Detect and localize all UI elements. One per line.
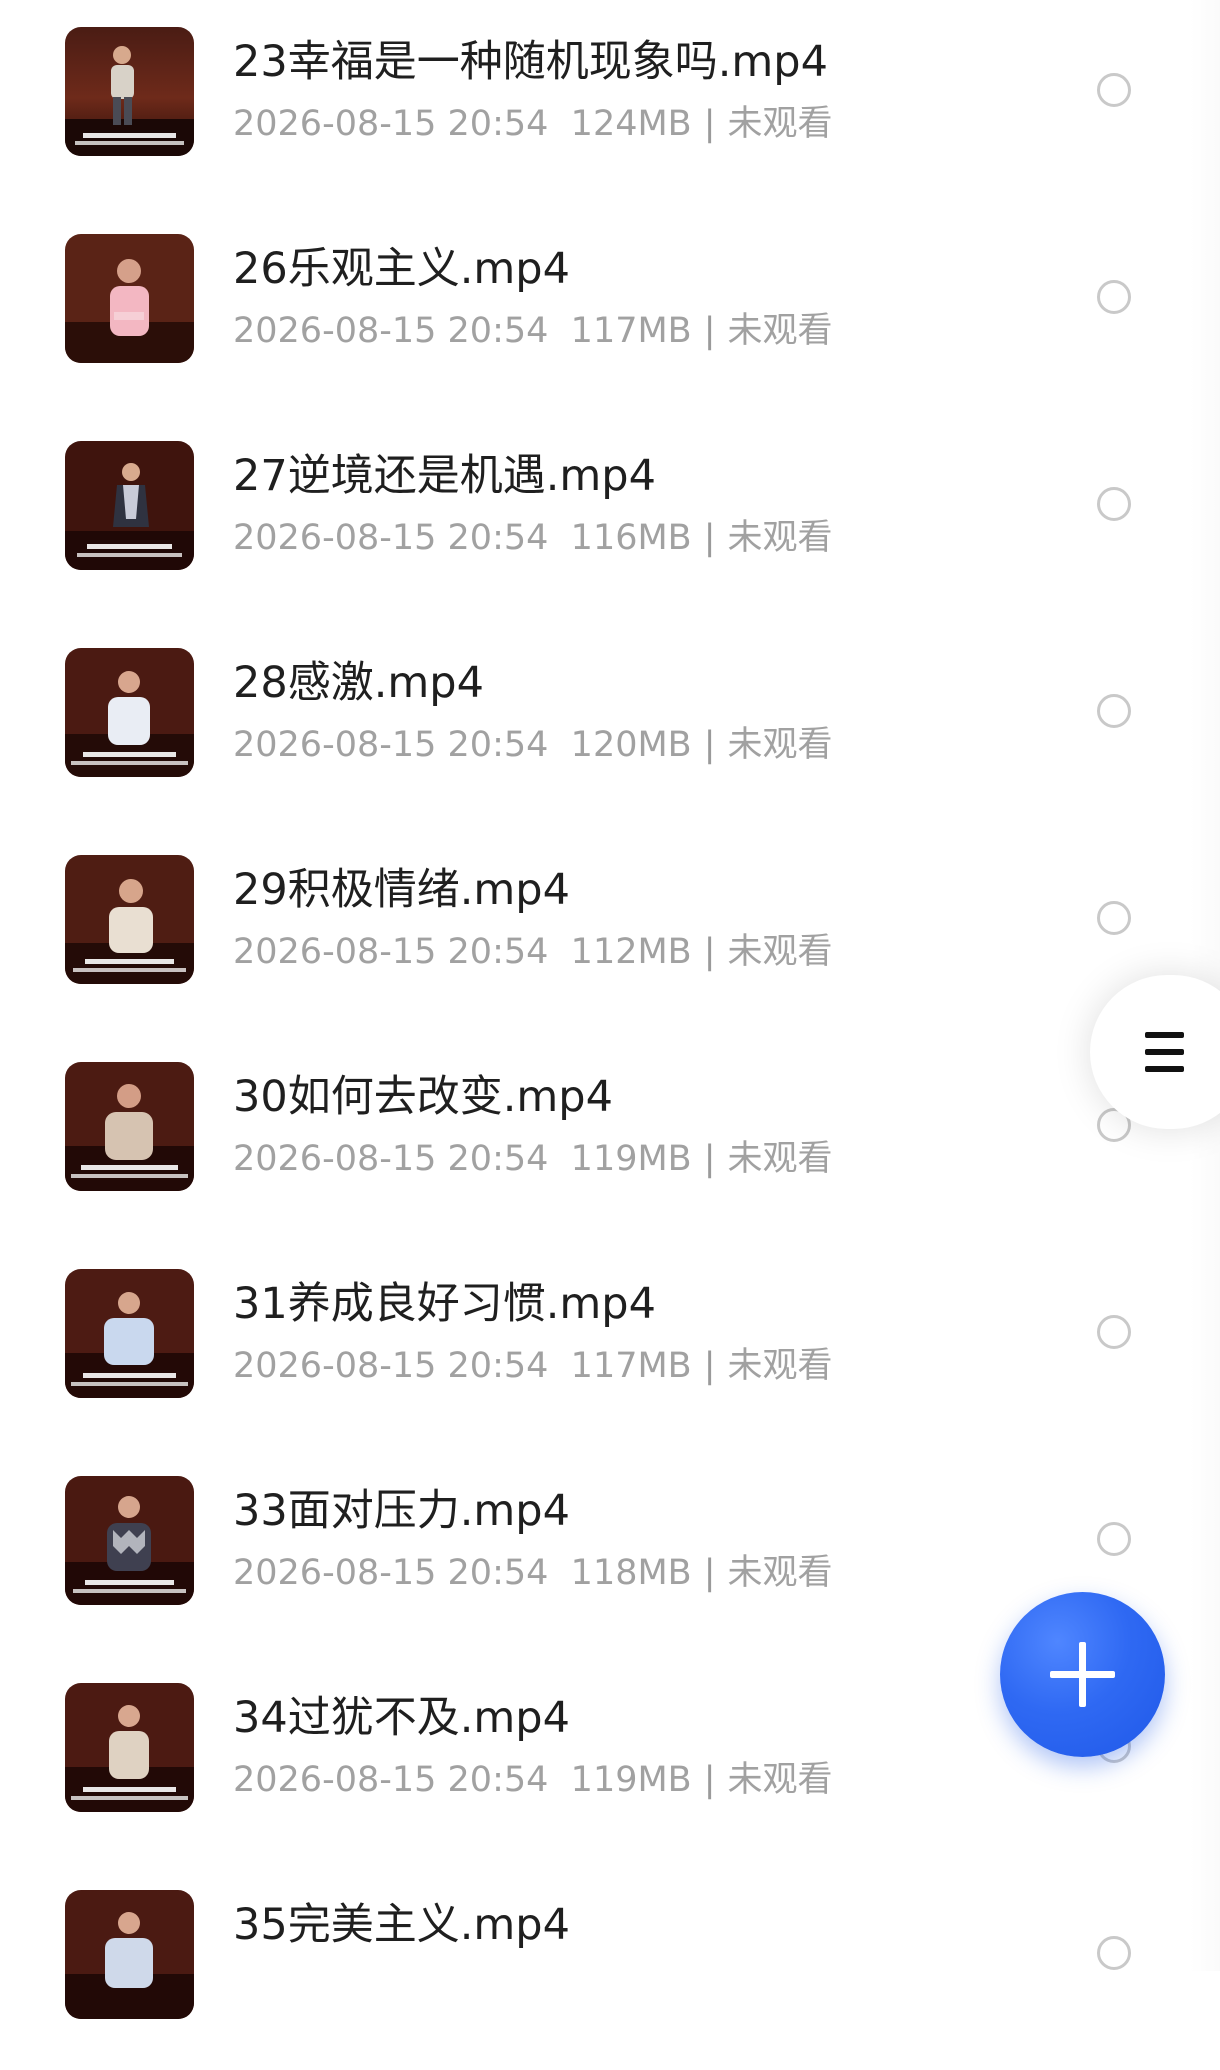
select-radio[interactable] xyxy=(1097,73,1131,107)
watch-status: 未观看 xyxy=(727,1139,833,1179)
select-radio[interactable] xyxy=(1097,901,1131,935)
video-thumbnail-icon xyxy=(65,1683,194,1812)
file-meta: 2026-08-15 20:54 117MB | 未观看 xyxy=(233,308,833,354)
video-thumbnail-icon xyxy=(65,234,194,363)
select-radio[interactable] xyxy=(1097,487,1131,521)
watch-status: 未观看 xyxy=(727,311,833,351)
select-radio[interactable] xyxy=(1097,1522,1131,1556)
video-thumbnail[interactable] xyxy=(65,1476,194,1605)
file-date: 2026-08-15 20:54 xyxy=(233,104,549,144)
file-size: 118MB xyxy=(570,1553,692,1593)
file-date: 2026-08-15 20:54 xyxy=(233,1346,549,1386)
file-meta: 2026-08-15 20:54 119MB | 未观看 xyxy=(233,1136,833,1182)
file-size: 119MB xyxy=(570,1139,692,1179)
select-radio[interactable] xyxy=(1097,1936,1131,1970)
file-name: 31养成良好习惯.mp4 xyxy=(233,1279,656,1329)
watch-status: 未观看 xyxy=(727,1760,833,1800)
file-name: 23幸福是一种随机现象吗.mp4 xyxy=(233,37,828,87)
watch-status: 未观看 xyxy=(727,932,833,972)
file-name: 35完美主义.mp4 xyxy=(233,1900,570,1950)
watch-status: 未观看 xyxy=(727,1346,833,1386)
meta-separator: | xyxy=(703,518,716,558)
file-meta: 2026-08-15 20:54 124MB | 未观看 xyxy=(233,101,833,147)
file-name: 33面对压力.mp4 xyxy=(233,1486,570,1536)
file-meta: 2026-08-15 20:54 117MB | 未观看 xyxy=(233,1343,833,1389)
select-radio[interactable] xyxy=(1097,280,1131,314)
file-meta: 2026-08-15 20:54 118MB | 未观看 xyxy=(233,1550,833,1596)
file-size: 117MB xyxy=(570,1346,692,1386)
file-date: 2026-08-15 20:54 xyxy=(233,725,549,765)
file-size: 120MB xyxy=(570,725,692,765)
file-date: 2026-08-15 20:54 xyxy=(233,1760,549,1800)
file-date: 2026-08-15 20:54 xyxy=(233,311,549,351)
file-row[interactable]: 28感激.mp4 2026-08-15 20:54 120MB | 未观看 xyxy=(0,621,1220,828)
video-thumbnail[interactable] xyxy=(65,1269,194,1398)
watch-status: 未观看 xyxy=(727,725,833,765)
file-meta: 2026-08-15 20:54 116MB | 未观看 xyxy=(233,515,833,561)
video-thumbnail-icon xyxy=(65,648,194,777)
file-size: 119MB xyxy=(570,1760,692,1800)
file-row[interactable]: 23幸福是一种随机现象吗.mp4 2026-08-15 20:54 124MB |… xyxy=(0,0,1220,207)
meta-separator: | xyxy=(703,725,716,765)
file-row[interactable]: 31养成良好习惯.mp4 2026-08-15 20:54 117MB | 未观看 xyxy=(0,1242,1220,1449)
video-thumbnail-icon xyxy=(65,27,194,156)
file-row[interactable]: 35完美主义.mp4 xyxy=(0,1863,1220,2070)
file-meta: 2026-08-15 20:54 112MB | 未观看 xyxy=(233,929,833,975)
file-name: 30如何去改变.mp4 xyxy=(233,1072,613,1122)
select-radio[interactable] xyxy=(1097,694,1131,728)
video-thumbnail-icon xyxy=(65,1476,194,1605)
meta-separator: | xyxy=(703,1760,716,1800)
video-thumbnail-icon xyxy=(65,441,194,570)
file-row[interactable]: 26乐观主义.mp4 2026-08-15 20:54 117MB | 未观看 xyxy=(0,207,1220,414)
video-thumbnail[interactable] xyxy=(65,234,194,363)
file-name: 28感激.mp4 xyxy=(233,658,484,708)
file-name: 34过犹不及.mp4 xyxy=(233,1693,570,1743)
video-thumbnail-icon xyxy=(65,855,194,984)
meta-separator: | xyxy=(703,1346,716,1386)
video-thumbnail[interactable] xyxy=(65,648,194,777)
video-thumbnail[interactable] xyxy=(65,1890,194,2019)
file-size: 116MB xyxy=(570,518,692,558)
video-thumbnail-icon xyxy=(65,1269,194,1398)
video-thumbnail[interactable] xyxy=(65,855,194,984)
select-radio[interactable] xyxy=(1097,1315,1131,1349)
menu-icon xyxy=(1145,1032,1184,1072)
file-row[interactable]: 29积极情绪.mp4 2026-08-15 20:54 112MB | 未观看 xyxy=(0,828,1220,1035)
video-thumbnail[interactable] xyxy=(65,441,194,570)
file-name: 29积极情绪.mp4 xyxy=(233,865,570,915)
meta-separator: | xyxy=(703,1553,716,1593)
file-size: 112MB xyxy=(570,932,692,972)
video-thumbnail[interactable] xyxy=(65,27,194,156)
watch-status: 未观看 xyxy=(727,104,833,144)
meta-separator: | xyxy=(703,1139,716,1179)
plus-icon xyxy=(1050,1642,1115,1707)
file-size: 117MB xyxy=(570,311,692,351)
watch-status: 未观看 xyxy=(727,518,833,558)
meta-separator: | xyxy=(703,311,716,351)
meta-separator: | xyxy=(703,104,716,144)
file-date: 2026-08-15 20:54 xyxy=(233,932,549,972)
file-date: 2026-08-15 20:54 xyxy=(233,518,549,558)
file-name: 27逆境还是机遇.mp4 xyxy=(233,451,656,501)
video-thumbnail[interactable] xyxy=(65,1683,194,1812)
file-name: 26乐观主义.mp4 xyxy=(233,244,570,294)
meta-separator: | xyxy=(703,932,716,972)
file-row[interactable]: 30如何去改变.mp4 2026-08-15 20:54 119MB | 未观看 xyxy=(0,1035,1220,1242)
video-thumbnail[interactable] xyxy=(65,1062,194,1191)
file-size: 124MB xyxy=(570,104,692,144)
file-date: 2026-08-15 20:54 xyxy=(233,1553,549,1593)
file-date: 2026-08-15 20:54 xyxy=(233,1139,549,1179)
add-button[interactable] xyxy=(1000,1592,1165,1757)
file-row[interactable]: 27逆境还是机遇.mp4 2026-08-15 20:54 116MB | 未观看 xyxy=(0,414,1220,621)
video-thumbnail-icon xyxy=(65,1062,194,1191)
file-meta: 2026-08-15 20:54 119MB | 未观看 xyxy=(233,1757,833,1803)
watch-status: 未观看 xyxy=(727,1553,833,1593)
video-thumbnail-icon xyxy=(65,1890,194,2019)
file-meta: 2026-08-15 20:54 120MB | 未观看 xyxy=(233,722,833,768)
